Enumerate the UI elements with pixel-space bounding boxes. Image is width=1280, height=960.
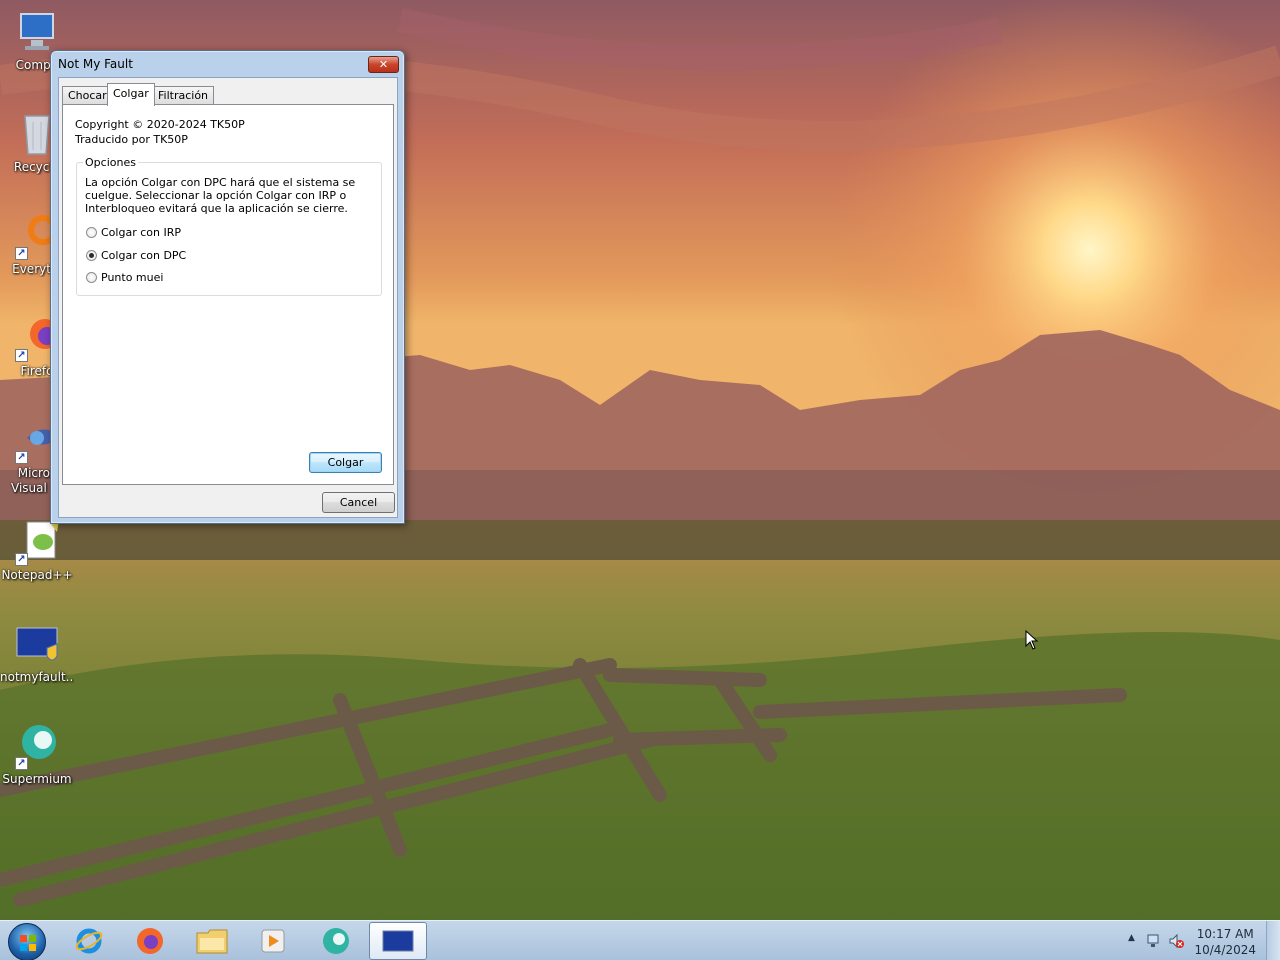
radio-colgar-dpc[interactable]: Colgar con DPC xyxy=(86,248,186,262)
options-groupbox: Opciones La opción Colgar con DPC hará q… xyxy=(76,156,382,296)
media-player-icon xyxy=(261,929,285,953)
colgar-button[interactable]: Colgar xyxy=(309,452,382,473)
volume-muted-icon[interactable] xyxy=(1168,933,1184,949)
desktop-icon-notmyfault[interactable]: notmyfault... xyxy=(0,620,74,685)
radio-colgar-irp[interactable]: Colgar con IRP xyxy=(86,225,181,239)
shortcut-arrow-icon: ↗ xyxy=(15,349,28,362)
supermium-icon: ↗ xyxy=(13,722,61,770)
firefox-icon xyxy=(137,928,163,954)
desktop-icon-supermium[interactable]: ↗ Supermium xyxy=(0,722,74,787)
copyright-line: Copyright © 2020-2024 TK50P xyxy=(75,118,245,131)
computer-icon xyxy=(13,8,61,56)
groupbox-label: Opciones xyxy=(83,156,138,169)
close-button[interactable]: ✕ xyxy=(368,56,399,73)
tab-colgar[interactable]: Colgar xyxy=(107,83,155,106)
taskbar-internet-explorer[interactable] xyxy=(60,922,118,960)
tab-strip: Chocar Colgar Filtración xyxy=(62,83,392,106)
copyright-text: Copyright © 2020-2024 TK50P Traducido po… xyxy=(75,117,245,147)
radio-button[interactable] xyxy=(86,226,97,238)
desktop-icon-label: Notepad++ xyxy=(1,568,73,582)
radio-label: Colgar con DPC xyxy=(101,248,187,262)
mouse-cursor-icon xyxy=(1025,629,1039,653)
clock-date: 10/4/2024 xyxy=(1194,943,1256,957)
radio-label: Colgar con IRP xyxy=(101,225,181,239)
desktop-icon-label: notmyfault... xyxy=(0,670,74,684)
taskbar-clock[interactable]: 10:17 AM 10/4/2024 xyxy=(1194,926,1256,958)
options-description: La opción Colgar con DPC hará que el sis… xyxy=(85,176,356,215)
radio-button[interactable] xyxy=(86,249,97,261)
desktop-icon-label: Supermium xyxy=(2,772,72,786)
cancel-button[interactable]: Cancel xyxy=(322,492,395,513)
notmyfault-dialog: Not My Fault ✕ Chocar Colgar Filtración … xyxy=(50,50,405,524)
close-icon: ✕ xyxy=(378,58,389,71)
file-explorer-icon xyxy=(196,929,228,954)
tab-chocar[interactable]: Chocar xyxy=(62,86,113,105)
supermium-icon xyxy=(323,928,349,954)
notepadpp-icon: ↗ xyxy=(13,518,61,566)
clock-time: 10:17 AM xyxy=(1196,927,1254,941)
radio-label: Punto muei xyxy=(101,270,164,284)
taskbar-firefox[interactable] xyxy=(121,922,179,960)
show-hidden-icons-icon[interactable]: ▲ xyxy=(1128,933,1135,943)
shortcut-arrow-icon: ↗ xyxy=(15,247,28,260)
shortcut-arrow-icon: ↗ xyxy=(15,451,28,464)
windows-logo-icon xyxy=(20,935,36,951)
radio-button[interactable] xyxy=(86,271,97,283)
taskbar-supermium[interactable] xyxy=(307,922,365,960)
taskbar: ▲ 10:17 AM 10/4/2024 xyxy=(0,920,1280,960)
tab-filtracion[interactable]: Filtración xyxy=(152,86,215,105)
start-button[interactable] xyxy=(8,923,46,960)
taskbar-file-explorer[interactable] xyxy=(183,922,241,960)
tab-page-colgar: Copyright © 2020-2024 TK50P Traducido po… xyxy=(62,104,394,485)
radio-punto-muerto[interactable]: Punto muei xyxy=(86,270,163,284)
shortcut-arrow-icon: ↗ xyxy=(15,553,28,566)
show-desktop-button[interactable] xyxy=(1266,921,1280,960)
taskbar-media-player[interactable] xyxy=(244,922,302,960)
network-icon[interactable] xyxy=(1146,933,1162,949)
dialog-client: Chocar Colgar Filtración Copyright © 202… xyxy=(58,77,398,518)
shortcut-arrow-icon: ↗ xyxy=(15,757,28,770)
notmyfault-icon xyxy=(13,620,61,668)
desktop-icon-notepadpp[interactable]: ↗ Notepad++ xyxy=(0,518,74,583)
window-title: Not My Fault xyxy=(58,57,133,71)
system-tray: ▲ 10:17 AM 10/4/2024 xyxy=(1120,921,1280,960)
translated-by-line: Traducido por TK50P xyxy=(75,133,188,146)
internet-explorer-icon xyxy=(75,928,103,954)
title-bar[interactable]: Not My Fault ✕ xyxy=(51,51,404,77)
notmyfault-icon xyxy=(382,930,414,952)
taskbar-notmyfault[interactable] xyxy=(369,922,427,960)
